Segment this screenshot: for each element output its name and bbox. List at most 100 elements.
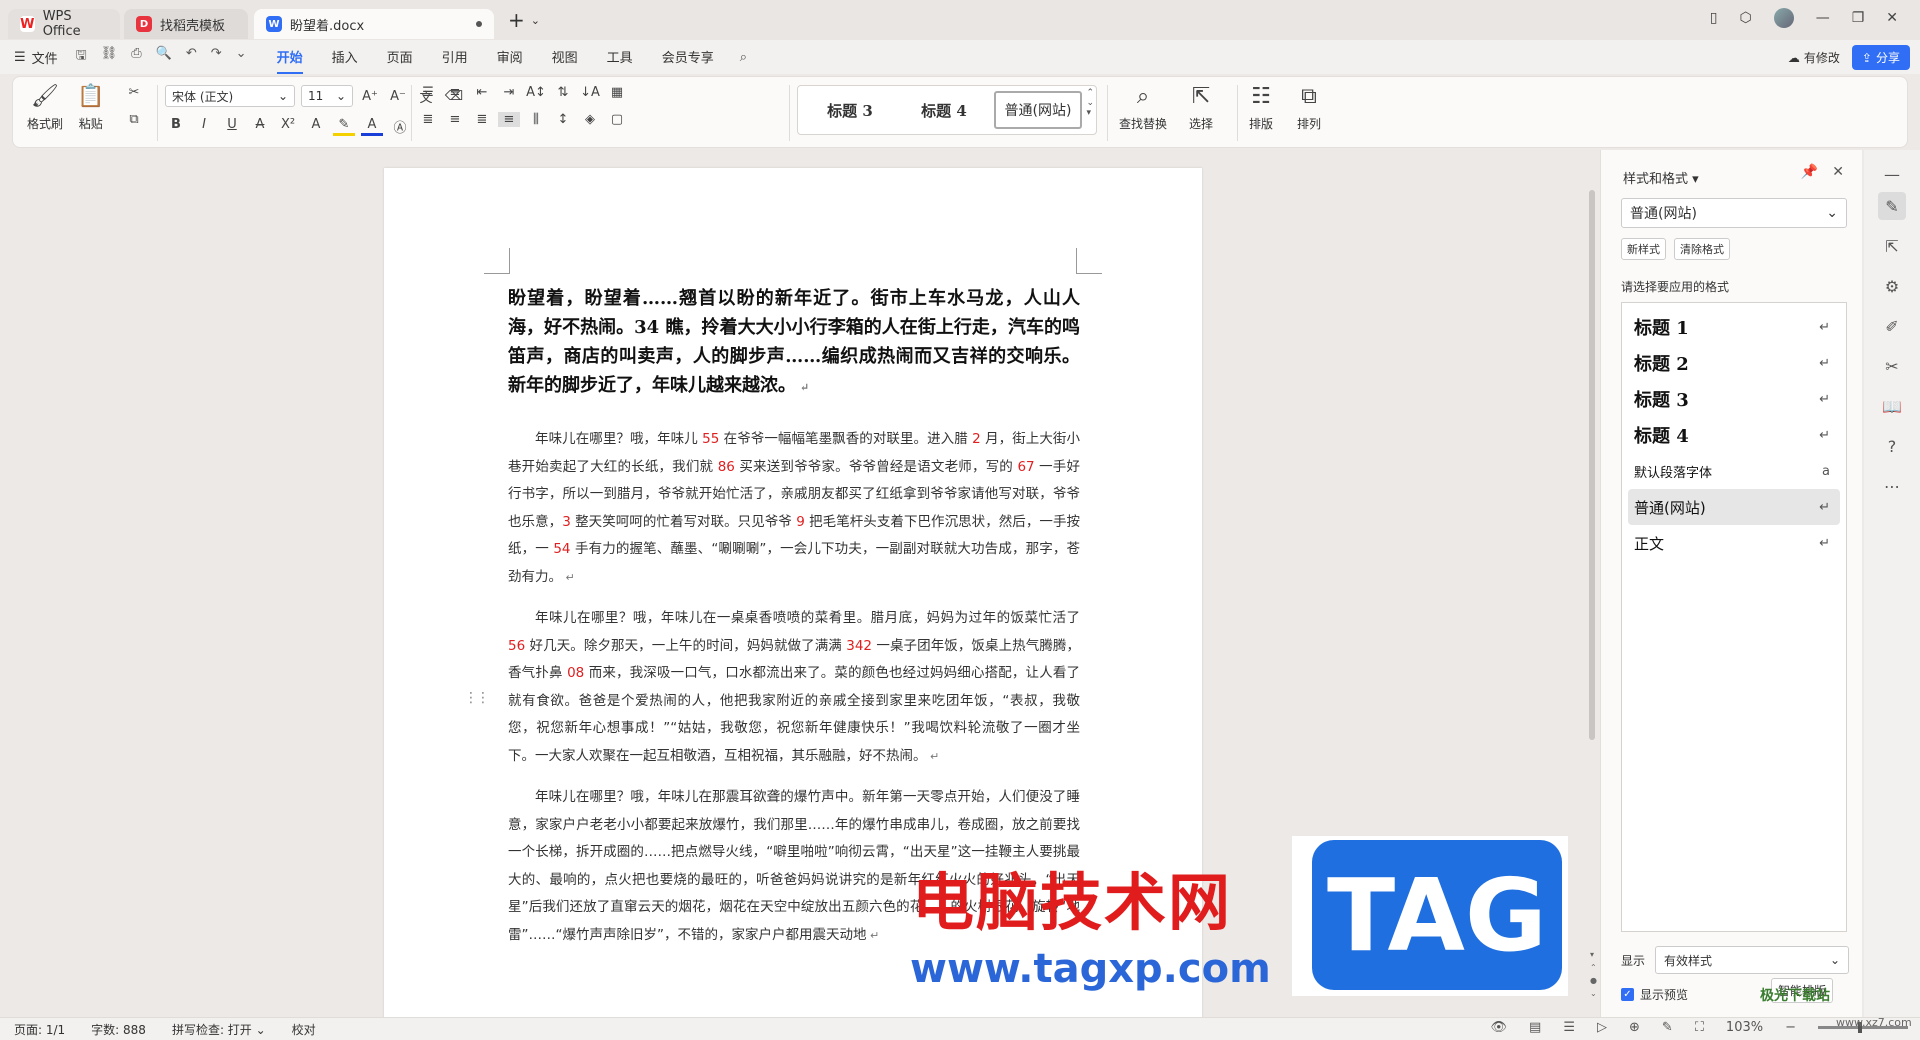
style-list-item[interactable]: 标题 2 ↵	[1628, 345, 1840, 381]
collapse-icon[interactable]: —	[1878, 160, 1906, 188]
style-list-item[interactable]: 标题 3 ↵	[1628, 381, 1840, 417]
increase-indent-icon[interactable]: ⇥	[498, 85, 520, 100]
chevron-down-icon[interactable]: ▾	[1590, 950, 1597, 959]
edit-icon[interactable]: ✐	[1878, 312, 1906, 340]
arrange-button[interactable]: ⧉ 排列	[1297, 83, 1321, 132]
layout-button[interactable]: ☷ 排版	[1249, 83, 1273, 132]
align-right-icon[interactable]: ≣	[471, 112, 493, 127]
gallery-scroll[interactable]: ⌃ ⌄ ▾	[1086, 88, 1094, 118]
tab-view[interactable]: 视图	[552, 41, 578, 74]
highlight-icon[interactable]: ✎	[333, 117, 355, 136]
preview-icon[interactable]: 🔍	[156, 46, 172, 68]
page-count[interactable]: 页面: 1/1	[14, 1021, 65, 1038]
paste-button[interactable]: 📋 粘贴	[77, 83, 104, 132]
restore-icon[interactable]: ❐	[1852, 10, 1865, 26]
style-list-item[interactable]: 正文 ↵	[1628, 525, 1840, 561]
page-view-icon[interactable]: ▤	[1529, 1020, 1541, 1035]
close-icon[interactable]: ✕	[1886, 10, 1898, 26]
book-icon[interactable]: 📖	[1878, 392, 1906, 420]
tab-review[interactable]: 审阅	[497, 41, 523, 74]
paragraph-2[interactable]: 年味儿在哪里？哦，年味儿在一桌桌香喷喷的菜肴里。腊月底，妈妈为过年的饭菜忙活了 …	[508, 605, 1080, 770]
underline-icon[interactable]: U	[221, 117, 243, 136]
gallery-style-h4[interactable]: 标题 4	[900, 91, 988, 129]
gallery-style-h3[interactable]: 标题 3	[806, 91, 894, 129]
clear-format-button[interactable]: 清除格式	[1674, 238, 1730, 260]
tab-home[interactable]: 开始	[276, 41, 303, 74]
gallery-style-web[interactable]: 普通(网站)	[994, 91, 1082, 129]
bold-icon[interactable]: B	[165, 117, 187, 136]
table-icon[interactable]: ▦	[606, 85, 628, 100]
new-style-button[interactable]: 新样式	[1621, 238, 1666, 260]
spell-check[interactable]: 拼写检查: 打开 ⌄	[172, 1021, 266, 1038]
border-icon[interactable]: ▢	[606, 112, 628, 127]
drag-handle-icon[interactable]: ⋮⋮	[464, 690, 490, 706]
style-list-item[interactable]: 标题 4 ↵	[1628, 417, 1840, 453]
search-icon[interactable]: ⌕	[740, 50, 747, 65]
tools-icon[interactable]: ✂	[1878, 352, 1906, 380]
new-tab-icon[interactable]: +	[508, 8, 525, 32]
font-size-select[interactable]: 11 ⌄	[301, 85, 353, 107]
undo-icon[interactable]: ↶	[186, 46, 197, 68]
prev-page-icon[interactable]: ⌃	[1590, 963, 1597, 972]
chevron-down-icon[interactable]: ⌄	[531, 14, 540, 27]
share-button[interactable]: ⇪ 分享	[1851, 45, 1910, 70]
tab-template[interactable]: D 找稻壳模板	[124, 9, 248, 39]
word-count[interactable]: 字数: 888	[91, 1021, 146, 1038]
select-icon[interactable]: ⇱	[1878, 232, 1906, 260]
format-painter-button[interactable]: 🖌 格式刷	[27, 83, 63, 132]
pin-icon[interactable]: 📌	[1801, 164, 1818, 180]
unsaved-dot-icon[interactable]	[476, 21, 482, 27]
browse-icon[interactable]: ●	[1590, 976, 1597, 985]
style-list-item[interactable]: 默认段落字体 a	[1628, 453, 1840, 489]
sort-icon[interactable]: ⇅	[552, 85, 574, 100]
superscript-icon[interactable]: X²	[277, 117, 299, 136]
align-justify-icon[interactable]: ≡	[498, 112, 520, 127]
find-replace-button[interactable]: ⌕ 查找替换	[1119, 83, 1167, 132]
tab-member[interactable]: 会员专享	[662, 41, 714, 74]
play-icon[interactable]: ▷	[1597, 1020, 1607, 1035]
web-icon[interactable]: ⊕	[1629, 1020, 1640, 1035]
show-select[interactable]: 有效样式 ⌄	[1655, 946, 1850, 974]
chevron-up-icon[interactable]: ⌃	[1086, 88, 1094, 98]
font-color-icon[interactable]: A	[361, 117, 383, 136]
file-menu[interactable]: ☰ 文件	[14, 48, 58, 67]
next-page-icon[interactable]: ⌄	[1590, 989, 1597, 998]
tab-reference[interactable]: 引用	[442, 41, 468, 74]
tab-page[interactable]: 页面	[387, 41, 413, 74]
style-list-item[interactable]: 普通(网站) ↵	[1628, 489, 1840, 525]
shading-icon[interactable]: ◈	[579, 112, 601, 127]
tab-document[interactable]: W 盼望着.docx	[254, 9, 494, 39]
heading-paragraph[interactable]: 盼望着，盼望着……翘首以盼的新年近了。街市上车水马龙，人山人海，好不热闹。34 …	[508, 284, 1080, 402]
shrink-font-icon[interactable]: A⁻	[387, 89, 409, 104]
avatar[interactable]	[1773, 8, 1794, 28]
strikethrough-icon[interactable]: A	[249, 117, 271, 136]
panel-title[interactable]: 样式和格式 ▾	[1623, 168, 1699, 187]
italic-icon[interactable]: I	[193, 117, 215, 136]
select-button[interactable]: ⇱ 选择	[1189, 83, 1213, 132]
modified-indicator[interactable]: ☁ 有修改	[1788, 49, 1840, 66]
copy-icon[interactable]: ⧉	[123, 112, 145, 127]
style-pen-icon[interactable]: ✎	[1878, 192, 1906, 220]
paragraph-1[interactable]: 年味儿在哪里？哦，年味儿 55 在爷爷一幅幅笔墨飘香的对联里。进入腊 2 月，街…	[508, 426, 1080, 591]
minimize-icon[interactable]: —	[1816, 10, 1830, 26]
adjust-icon[interactable]: ⚙	[1878, 272, 1906, 300]
link-icon[interactable]: ⛓	[101, 46, 118, 68]
pen-icon[interactable]: ✎	[1662, 1020, 1673, 1035]
distribute-icon[interactable]: ⫼	[525, 112, 547, 127]
font-name-select[interactable]: 宋体 (正文) ⌄	[165, 85, 295, 107]
scroll-thumb[interactable]	[1589, 190, 1595, 740]
align-left-icon[interactable]: ≣	[417, 112, 439, 127]
tab-wps-office[interactable]: W WPS Office	[8, 9, 120, 39]
cube-icon[interactable]: ⬡	[1739, 10, 1751, 26]
more-icon[interactable]: ⋯	[1878, 472, 1906, 500]
line-spacing-icon[interactable]: ↕	[552, 112, 574, 127]
print-icon[interactable]: ⎙	[131, 46, 141, 68]
char-shading-icon[interactable]: Ⓐ	[389, 117, 411, 136]
redo-icon[interactable]: ↷	[211, 46, 222, 68]
style-list-item[interactable]: 标题 1 ↵	[1628, 309, 1840, 345]
layout-icon[interactable]: ▯	[1710, 10, 1718, 26]
expand-icon[interactable]: ▾	[1086, 108, 1094, 118]
chevron-down-icon[interactable]: ⌄	[1086, 98, 1094, 108]
numbered-list-icon[interactable]: ≡	[444, 85, 466, 100]
proofread[interactable]: 校对	[292, 1021, 316, 1038]
